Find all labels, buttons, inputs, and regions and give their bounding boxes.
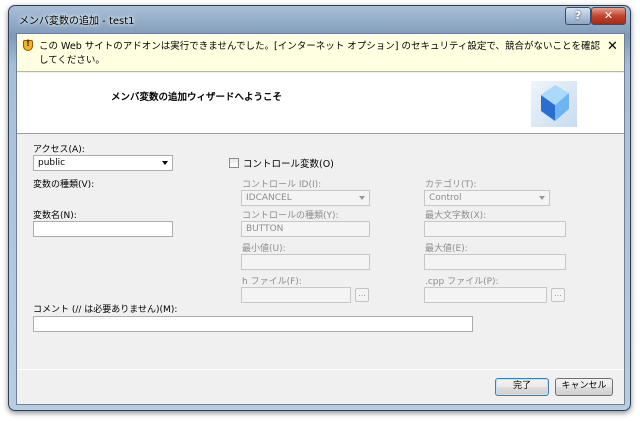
control-type-input[interactable]: BUTTON bbox=[241, 221, 370, 237]
finish-button[interactable]: 完了 bbox=[495, 378, 549, 396]
var-type-label: 変数の種類(V): bbox=[33, 180, 95, 190]
comment-input[interactable] bbox=[33, 316, 473, 332]
category-label: カテゴリ(T): bbox=[425, 180, 477, 190]
wizard-header: メンバ変数の追加ウィザードへようこそ bbox=[17, 73, 624, 134]
cancel-button[interactable]: キャンセル bbox=[555, 378, 613, 396]
access-label: アクセス(A): bbox=[33, 145, 85, 155]
min-value-input[interactable] bbox=[241, 254, 370, 270]
security-infobar[interactable]: この Web サイトのアドオンは実行できませんでした。[インターネット オプショ… bbox=[17, 34, 624, 72]
access-select[interactable]: public bbox=[33, 155, 173, 171]
window-title: メンバ変数の追加 - test1 bbox=[19, 16, 135, 27]
control-id-select[interactable]: IDCANCEL bbox=[241, 190, 370, 206]
control-id-value: IDCANCEL bbox=[246, 193, 292, 203]
infobar-message: この Web サイトのアドオンは実行できませんでした。[インターネット オプショ… bbox=[39, 41, 600, 66]
var-name-label: 変数名(N): bbox=[33, 211, 77, 221]
h-file-label: h ファイル(F): bbox=[242, 277, 302, 287]
cpp-file-input[interactable] bbox=[424, 287, 547, 303]
control-id-chevron-down-icon[interactable] bbox=[359, 196, 365, 200]
access-chevron-down-icon[interactable] bbox=[162, 161, 168, 165]
control-variable-checkbox[interactable] bbox=[229, 158, 239, 168]
button-separator bbox=[17, 369, 624, 370]
h-file-input[interactable] bbox=[241, 287, 351, 303]
help-button[interactable]: ? bbox=[565, 7, 591, 25]
dialog-window: メンバ変数の追加 - test1 ? ✕ この Web サイトのアドオンは実行で… bbox=[8, 5, 631, 411]
max-chars-input[interactable] bbox=[424, 221, 566, 237]
category-chevron-down-icon[interactable] bbox=[539, 196, 545, 200]
close-button[interactable]: ✕ bbox=[591, 7, 626, 25]
control-id-label: コントロール ID(I): bbox=[242, 180, 322, 190]
wizard-cube-icon bbox=[531, 81, 577, 127]
category-value: Control bbox=[429, 193, 462, 203]
category-select[interactable]: Control bbox=[424, 190, 550, 206]
min-value-label: 最小値(U): bbox=[242, 244, 286, 254]
max-value-input[interactable] bbox=[424, 254, 566, 270]
control-type-label: コントロールの種類(Y): bbox=[242, 211, 339, 221]
h-file-browse-button[interactable]: ... bbox=[355, 288, 369, 302]
var-name-input[interactable] bbox=[33, 221, 173, 237]
comment-label: コメント (// は必要ありません)(M): bbox=[33, 305, 178, 315]
welcome-heading: メンバ変数の追加ウィザードへようこそ bbox=[111, 92, 283, 103]
title-bar[interactable]: メンバ変数の追加 - test1 ? ✕ bbox=[9, 6, 630, 32]
cpp-file-browse-button[interactable]: ... bbox=[551, 288, 565, 302]
max-value-label: 最大値(E): bbox=[425, 244, 468, 254]
control-variable-label[interactable]: コントロール変数(O) bbox=[243, 156, 334, 170]
cpp-file-label: .cpp ファイル(P): bbox=[425, 277, 499, 287]
access-select-value: public bbox=[38, 158, 66, 168]
max-chars-label: 最大文字数(X): bbox=[425, 211, 487, 221]
infobar-close-icon[interactable]: ✕ bbox=[607, 39, 618, 54]
warning-shield-icon bbox=[23, 39, 33, 51]
dialog-client: この Web サイトのアドオンは実行できませんでした。[インターネット オプショ… bbox=[16, 33, 625, 405]
